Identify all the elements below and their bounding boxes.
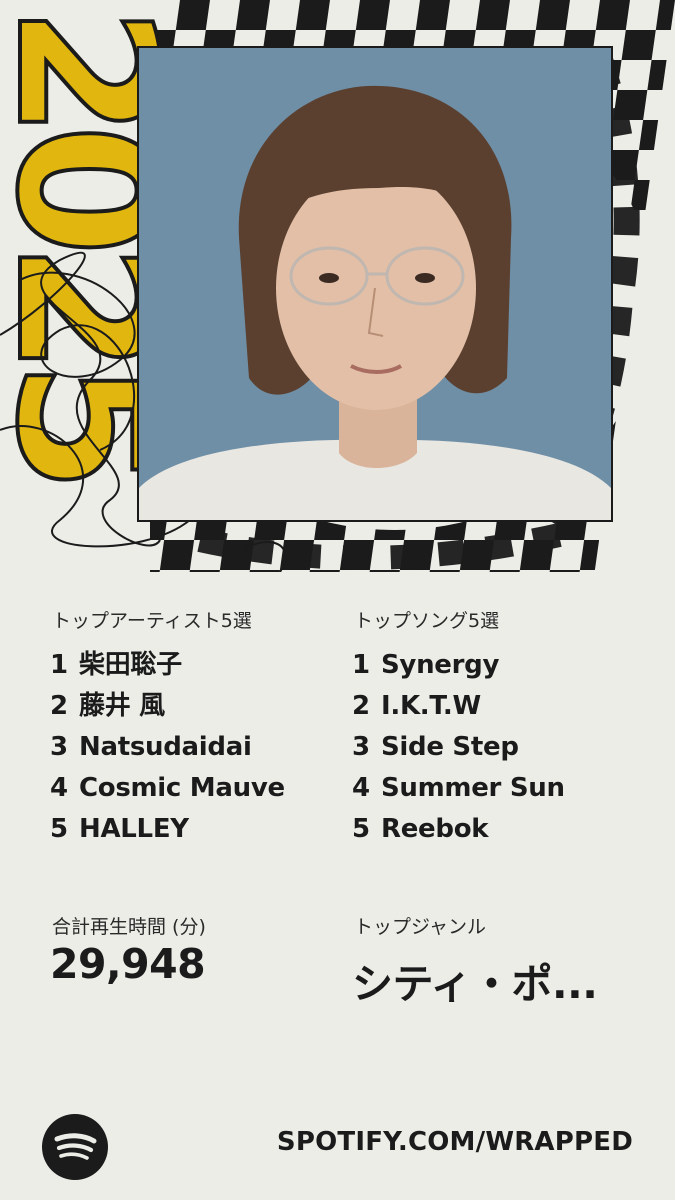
list-item: 1 柴田聡子 (50, 645, 285, 686)
wrapped-summary-card: 2025 トップアーティスト5選 1 柴田聡子 2 藤井 風 3 Natsuda… (0, 0, 675, 1200)
artist-name: 藤井 風 (79, 691, 165, 721)
list-item: 4 Summer Sun (352, 768, 565, 809)
artist-name: Cosmic Mauve (79, 773, 285, 803)
song-title: Synergy (381, 650, 500, 680)
portrait-image (139, 48, 611, 520)
top-artists-list: 1 柴田聡子 2 藤井 風 3 Natsudaidai 4 Cosmic Mauve 5… (50, 645, 285, 850)
song-title: I.K.T.W (381, 691, 481, 721)
list-item: 3 Side Step (352, 727, 565, 768)
artist-name: HALLEY (79, 814, 189, 844)
top-genre-label: トップジャンル (354, 916, 487, 938)
list-item: 5 HALLEY (50, 809, 285, 850)
rank-number: 2 (352, 691, 370, 721)
top-artists-label: トップアーティスト5選 (52, 610, 252, 632)
minutes-label: 合計再生時間 (分) (52, 916, 206, 938)
list-item: 2 藤井 風 (50, 686, 285, 727)
rank-number: 4 (352, 773, 370, 803)
rank-number: 1 (50, 650, 68, 680)
rank-number: 5 (50, 814, 68, 844)
wrapped-url-link[interactable]: SPOTIFY.COM/WRAPPED (277, 1127, 633, 1157)
song-title: Summer Sun (381, 773, 565, 803)
list-item: 3 Natsudaidai (50, 727, 285, 768)
artist-name: 柴田聡子 (79, 650, 182, 680)
list-item: 1 Synergy (352, 645, 565, 686)
rank-number: 4 (50, 773, 68, 803)
rank-number: 3 (352, 732, 370, 762)
top-songs-list: 1 Synergy 2 I.K.T.W 3 Side Step 4 Summer Sun… (352, 645, 565, 850)
list-item: 4 Cosmic Mauve (50, 768, 285, 809)
artist-name: Natsudaidai (79, 732, 252, 762)
list-item: 2 I.K.T.W (352, 686, 565, 727)
top-songs-label: トップソング5選 (354, 610, 500, 632)
spotify-waves-icon (54, 1133, 97, 1160)
top-genre-value: シティ・ポ... (352, 960, 598, 1008)
rank-number: 3 (50, 732, 68, 762)
minutes-value: 29,948 (50, 940, 206, 988)
rank-number: 2 (50, 691, 68, 721)
song-title: Side Step (381, 732, 519, 762)
top-artist-photo (137, 46, 613, 522)
rank-number: 5 (352, 814, 370, 844)
list-item: 5 Reebok (352, 809, 565, 850)
spotify-logo-icon[interactable] (42, 1114, 108, 1180)
song-title: Reebok (381, 814, 489, 844)
header-artwork: 2025 (0, 0, 675, 572)
rank-number: 1 (352, 650, 370, 680)
